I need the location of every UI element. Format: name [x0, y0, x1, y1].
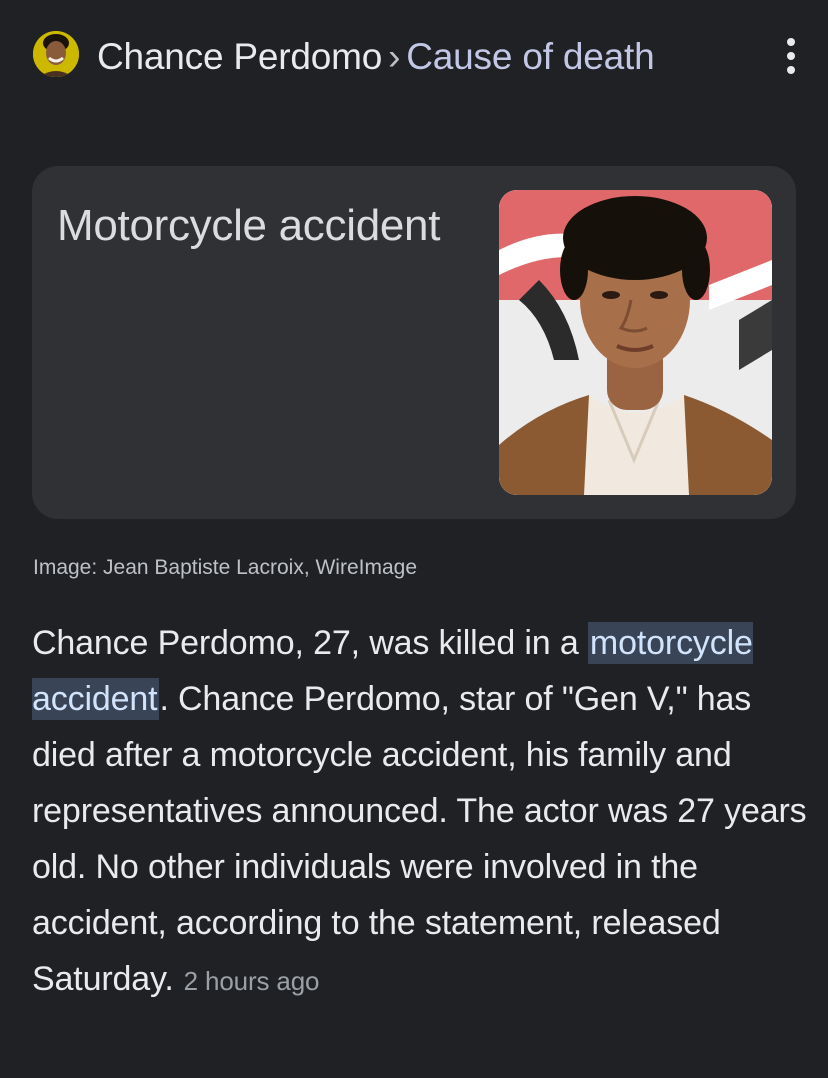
breadcrumb-entity[interactable]: Chance Perdomo — [97, 36, 382, 77]
answer-photo[interactable] — [499, 190, 772, 495]
breadcrumb-separator: › — [388, 36, 401, 77]
snippet-text-lead: Chance Perdomo, 27, was killed in a — [32, 624, 588, 662]
breadcrumb: Chance Perdomo › Cause of death — [97, 30, 737, 84]
image-credit: Image: Jean Baptiste Lacroix, WireImage — [33, 556, 418, 579]
person-photo-illustration — [499, 190, 772, 495]
search-result-header: Chance Perdomo › Cause of death — [0, 0, 828, 150]
snippet-text-body: . Chance Perdomo, star of "Gen V," has d… — [32, 680, 807, 998]
entity-avatar[interactable] — [33, 31, 79, 77]
avatar-portrait-icon — [33, 31, 79, 77]
more-vertical-icon[interactable] — [776, 36, 806, 76]
breadcrumb-topic[interactable]: Cause of death — [406, 36, 654, 77]
featured-snippet: Chance Perdomo, 27, was killed in a moto… — [32, 615, 807, 1009]
answer-text: Motorcycle accident — [57, 201, 441, 250]
snippet-timestamp: 2 hours ago — [183, 966, 320, 996]
answer-card[interactable]: Motorcycle accident — [32, 166, 796, 519]
